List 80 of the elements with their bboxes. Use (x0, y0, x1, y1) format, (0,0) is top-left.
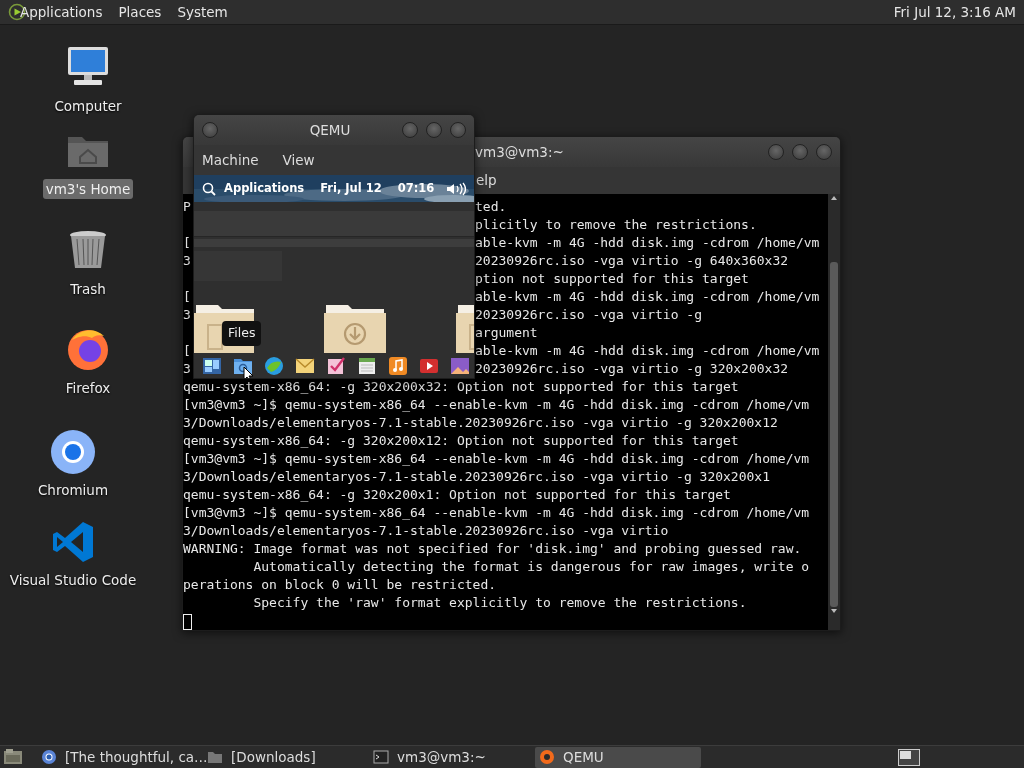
cursor-icon (243, 366, 254, 378)
text-cursor (183, 613, 192, 630)
menu-item[interactable]: Machine (202, 149, 259, 171)
terminal-text: qemu-system-x86_64: -g 320x200x12: Option not supported for this target (183, 432, 740, 450)
icon-label[interactable]: Chromium (34, 480, 112, 501)
terminal-text: qemu-system-x86_64: -g 320x200x32: Option not supported for this target (183, 378, 740, 396)
workspace-switcher-icon[interactable] (898, 748, 920, 766)
music-icon[interactable] (388, 356, 408, 376)
scrollbar[interactable] (828, 194, 840, 630)
icon-label[interactable]: Computer (51, 96, 125, 117)
multitasking-icon[interactable] (202, 356, 222, 376)
show-desktop-icon[interactable] (3, 748, 23, 766)
terminal-text: 20230926rc.iso -vga virtio -g 320x200x32 (475, 360, 789, 378)
terminal-text: argument (475, 324, 538, 342)
qemu-icon (539, 749, 555, 765)
terminal-text: Specify the 'raw' format explicitly to remove the restrictions. (252, 594, 748, 612)
terminal-text: 3/Downloads/elementaryos-7.1-stable.20230926rc.iso -vga virtio -g 320x200x12 (183, 414, 779, 432)
calendar-icon[interactable] (357, 356, 377, 376)
date-text: Fri, Jul 12 (320, 179, 382, 197)
tasks-icon[interactable] (326, 356, 346, 376)
browser-icon (41, 749, 57, 765)
panel-menu[interactable]: System (177, 1, 228, 23)
terminal-text: plicitly to remove the restrictions. (475, 216, 757, 234)
window-control-button[interactable] (792, 144, 808, 160)
window-control-button[interactable] (768, 144, 784, 160)
terminal-text: qemu-system-x86_64: -g 320x200x1: Option not supported for this target (183, 486, 732, 504)
mail-icon[interactable] (295, 356, 315, 376)
menu-item[interactable]: View (282, 149, 315, 171)
terminal-text: ption not supported for this target (475, 270, 749, 288)
taskbar-button[interactable]: QEMU (535, 746, 701, 768)
icon-label[interactable]: Trash (67, 279, 109, 300)
folder-icon (207, 749, 223, 765)
icon-label[interactable]: vm3's Home (42, 179, 134, 200)
terminal-text: 3 (183, 252, 191, 270)
terminal-text: 3 (183, 360, 191, 378)
terminal-text: P (183, 198, 191, 216)
volume-icon[interactable] (446, 181, 466, 196)
window-control-button[interactable] (402, 122, 418, 138)
time-text: 07:16 (397, 179, 435, 197)
terminal-icon (373, 749, 389, 765)
window-title: QEMU (308, 120, 352, 140)
applications-menu[interactable]: Applications (20, 1, 103, 23)
terminal-text: 20230926rc.iso -vga virtio -g 640x360x32 (475, 252, 789, 270)
panel-menu[interactable]: Places (118, 1, 162, 23)
terminal-text: [vm3@vm3 ~]$ qemu-system-x86_64 --enable-kvm -m 4G -hdd disk.img -cdrom /home/vm (183, 450, 811, 468)
terminal-text: 3/Downloads/elementaryos-7.1-stable.20230926rc.iso -vga virtio -g 320x200x1 (183, 468, 771, 486)
window-control-button[interactable] (816, 144, 832, 160)
taskbar-button[interactable]: vm3@vm3:~ (369, 746, 535, 768)
window-control-button[interactable] (202, 122, 218, 138)
icon-label[interactable]: Firefox (62, 378, 114, 399)
terminal-text: 20230926rc.iso -vga virtio -g (475, 306, 702, 324)
terminal-text: able-kvm -m 4G -hdd disk.img -cdrom /home/vm (475, 234, 820, 252)
applications-menu[interactable]: Applications (224, 179, 305, 198)
terminal-text: WARNING: Image format was not specified for 'disk.img' and probing guessed raw. (183, 540, 803, 558)
terminal-text: Automatically detecting the format is dangerous for raw images, write o (252, 558, 811, 576)
photos-icon[interactable] (450, 356, 470, 376)
terminal-text: [ (183, 288, 191, 306)
terminal-text: [ (183, 234, 191, 252)
terminal-text: perations on block 0 will be restricted. (183, 576, 498, 594)
terminal-text: [vm3@vm3 ~]$ qemu-system-x86_64 --enable-kvm -m 4G -hdd disk.img -cdrom /home/vm (183, 396, 811, 414)
folder-icon[interactable] (324, 303, 386, 353)
clock-text: Fri Jul 12, 3:16 AM (893, 2, 1016, 22)
terminal-text: able-kvm -m 4G -hdd disk.img -cdrom /home/vm (475, 342, 820, 360)
terminal-text: 3 (183, 306, 191, 324)
browser-icon[interactable] (49, 428, 97, 476)
globe-icon[interactable] (264, 356, 284, 376)
terminal-text: 3/Downloads/elementaryos-7.1-stable.20230926rc.iso -vga virtio (183, 522, 670, 540)
terminal-text: able-kvm -m 4G -hdd disk.img -cdrom /home/vm (475, 288, 820, 306)
icon-label[interactable]: Visual Studio Code (6, 570, 140, 591)
window-control-button[interactable] (450, 122, 466, 138)
terminal-text: [ (183, 342, 191, 360)
video-icon[interactable] (419, 356, 439, 376)
tooltip: Files (222, 321, 262, 346)
window-control-button[interactable] (426, 122, 442, 138)
window-title: vm3@vm3:~ (475, 142, 564, 162)
folder-icon[interactable] (456, 303, 474, 353)
terminal-text: [vm3@vm3 ~]$ qemu-system-x86_64 --enable-kvm -m 4G -hdd disk.img -cdrom /home/vm (183, 504, 811, 522)
menu-item[interactable]: elp (476, 170, 497, 191)
terminal-text: ted. (475, 198, 507, 216)
search-icon[interactable] (202, 181, 216, 196)
